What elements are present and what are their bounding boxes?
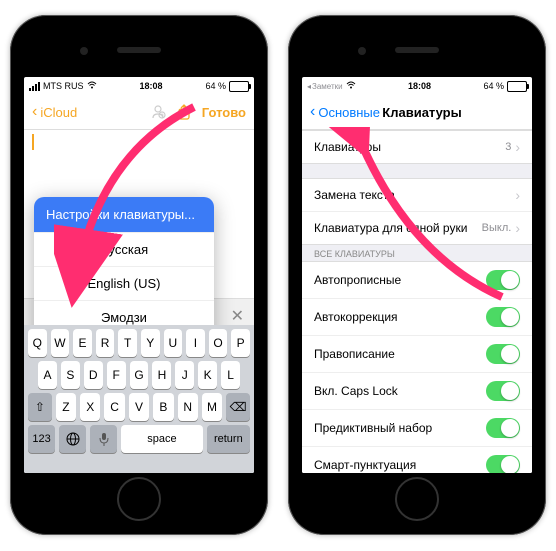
key-p[interactable]: P <box>231 329 250 357</box>
key-u[interactable]: U <box>164 329 183 357</box>
key-n[interactable]: N <box>178 393 198 421</box>
cell-value: Выкл. <box>482 222 512 234</box>
settings-cell[interactable]: Вкл. Caps Lock <box>302 373 532 410</box>
done-button[interactable]: Готово <box>202 105 246 120</box>
status-bar: ◂ Заметки 18:08 64 % <box>302 77 532 95</box>
key-x[interactable]: X <box>80 393 100 421</box>
chevron-right-icon: › <box>515 187 520 203</box>
cell-label: Вкл. Caps Lock <box>314 384 398 398</box>
chevron-left-icon: ‹ <box>310 103 315 121</box>
cell-label: Клавиатура для одной руки <box>314 221 467 235</box>
chevron-left-icon: ‹ <box>32 103 37 121</box>
settings-cell[interactable]: Автопрописные <box>302 262 532 299</box>
key-c[interactable]: C <box>104 393 124 421</box>
cell-label: Смарт-пунктуация <box>314 458 416 472</box>
keyboard-option[interactable]: English (US) <box>34 266 214 300</box>
back-label: iCloud <box>40 105 77 120</box>
toggle-switch[interactable] <box>486 418 520 438</box>
battery-pct: 64 % <box>205 81 226 91</box>
cell-label: Замена текста <box>314 188 395 202</box>
keyboard-settings-item[interactable]: Настройки клавиатуры... <box>34 197 214 232</box>
settings-cell[interactable]: Клавиатура для одной руки Выкл.› <box>302 212 532 244</box>
section-header: ВСЕ КЛАВИАТУРЫ <box>302 245 532 261</box>
globe-key[interactable] <box>59 425 86 453</box>
nav-bar: ‹ Основные Клавиатуры <box>302 95 532 130</box>
settings-cell[interactable]: Смарт-пунктуация <box>302 447 532 473</box>
mic-key[interactable] <box>90 425 117 453</box>
key-q[interactable]: Q <box>28 329 47 357</box>
cell-label: Автокоррекция <box>314 310 398 324</box>
key-k[interactable]: K <box>198 361 217 389</box>
back-label: Основные <box>318 105 380 120</box>
battery-icon <box>507 81 527 92</box>
wifi-icon <box>346 81 356 91</box>
nav-bar: ‹ iCloud Готово <box>24 95 254 130</box>
key-e[interactable]: E <box>73 329 92 357</box>
settings-cell[interactable]: Клавиатуры 3 › <box>302 131 532 163</box>
key-m[interactable]: M <box>202 393 222 421</box>
toggle-switch[interactable] <box>486 270 520 290</box>
keyboard-option[interactable]: Русская <box>34 232 214 266</box>
key-b[interactable]: B <box>153 393 173 421</box>
key-t[interactable]: T <box>118 329 137 357</box>
key-h[interactable]: H <box>152 361 171 389</box>
chevron-right-icon: › <box>515 139 520 155</box>
settings-cell[interactable]: Предиктивный набор <box>302 410 532 447</box>
key-s[interactable]: S <box>61 361 80 389</box>
key-f[interactable]: F <box>107 361 126 389</box>
toolbar-close-icon[interactable]: ✕ <box>231 306 244 326</box>
key-j[interactable]: J <box>175 361 194 389</box>
back-button[interactable]: ‹ iCloud <box>32 103 77 121</box>
return-key[interactable]: return <box>207 425 250 453</box>
settings-cell[interactable]: Автокоррекция <box>302 299 532 336</box>
key-i[interactable]: I <box>186 329 205 357</box>
page-title: Клавиатуры <box>380 105 464 120</box>
battery-icon <box>229 81 249 92</box>
battery-pct: 64 % <box>483 81 504 91</box>
collaborate-icon[interactable] <box>150 104 166 120</box>
toggle-switch[interactable] <box>486 307 520 327</box>
back-to-app[interactable]: ◂ Заметки <box>307 82 343 91</box>
cell-label: Правописание <box>314 347 395 361</box>
toggle-switch[interactable] <box>486 344 520 364</box>
toggle-switch[interactable] <box>486 381 520 401</box>
cell-value: 3 <box>505 141 511 153</box>
carrier-label: MTS RUS <box>43 81 84 91</box>
key-z[interactable]: Z <box>56 393 76 421</box>
clock: 18:08 <box>356 81 484 91</box>
shift-key[interactable]: ⇧ <box>28 393 52 421</box>
toggle-switch[interactable] <box>486 455 520 473</box>
screen-notes: MTS RUS 18:08 64 % ‹ iCloud <box>24 77 254 473</box>
clock: 18:08 <box>97 81 206 91</box>
key-l[interactable]: L <box>221 361 240 389</box>
key-v[interactable]: V <box>129 393 149 421</box>
status-bar: MTS RUS 18:08 64 % <box>24 77 254 95</box>
key-r[interactable]: R <box>96 329 115 357</box>
cell-label: Клавиатуры <box>314 140 381 154</box>
settings-cell[interactable]: Замена текста › <box>302 179 532 212</box>
wifi-icon <box>87 81 97 91</box>
key-w[interactable]: W <box>51 329 70 357</box>
backspace-key[interactable]: ⌫ <box>226 393 250 421</box>
key-a[interactable]: A <box>38 361 57 389</box>
settings-list[interactable]: Клавиатуры3› Замена текста›Клавиатура дл… <box>302 130 532 473</box>
key-y[interactable]: Y <box>141 329 160 357</box>
cell-label: Автопрописные <box>314 273 401 287</box>
space-key[interactable]: space <box>121 425 202 453</box>
chevron-right-icon: › <box>515 220 520 236</box>
settings-cell[interactable]: Правописание <box>302 336 532 373</box>
phone-right: ◂ Заметки 18:08 64 % ‹ Основные Клавиату… <box>288 15 546 535</box>
share-icon[interactable] <box>176 104 192 120</box>
key-o[interactable]: O <box>209 329 228 357</box>
key-d[interactable]: D <box>84 361 103 389</box>
cell-label: Предиктивный набор <box>314 421 432 435</box>
numbers-key[interactable]: 123 <box>28 425 55 453</box>
chevron-left-icon: ◂ <box>307 82 311 91</box>
key-g[interactable]: G <box>130 361 149 389</box>
back-button[interactable]: ‹ Основные <box>310 103 380 121</box>
screen-settings: ◂ Заметки 18:08 64 % ‹ Основные Клавиату… <box>302 77 532 473</box>
onscreen-keyboard[interactable]: QWERTYUIOP ASDFGHJKL ⇧ ZXCVBNM ⌫ 123 spa… <box>24 325 254 473</box>
phone-left: MTS RUS 18:08 64 % ‹ iCloud <box>10 15 268 535</box>
